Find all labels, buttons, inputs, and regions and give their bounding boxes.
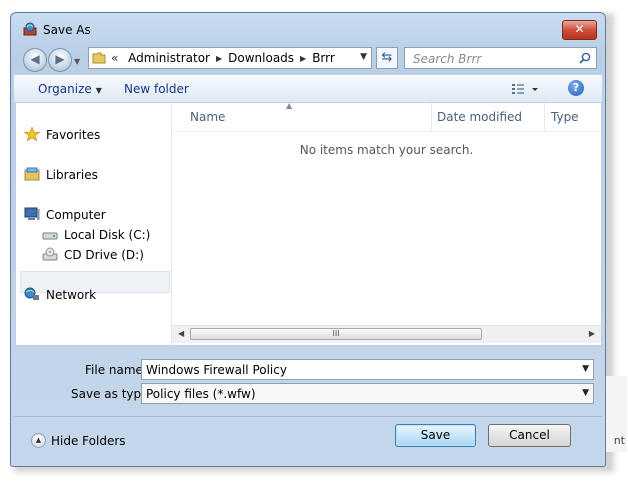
hide-folders-label: Hide Folders: [51, 434, 126, 448]
chevron-down-icon[interactable]: ▼: [582, 388, 589, 398]
navigation-pane: Favorites Libraries Computer Local Disk …: [16, 103, 172, 345]
forward-arrow-icon: ▶: [55, 52, 65, 66]
window-title: Save As: [43, 23, 91, 37]
nav-item-label: Favorites: [46, 128, 101, 142]
star-icon: [24, 127, 40, 141]
nav-item-cd-drive[interactable]: CD Drive (D:): [42, 247, 144, 267]
forward-button[interactable]: ▶: [48, 48, 72, 72]
nav-item-computer[interactable]: Computer: [24, 207, 106, 227]
back-arrow-icon: ◀: [30, 52, 40, 66]
hard-drive-icon: [42, 232, 58, 240]
search-icon[interactable]: [579, 52, 591, 64]
libraries-icon: [24, 167, 40, 181]
chevron-down-icon: ▼: [95, 86, 102, 95]
horizontal-scrollbar[interactable]: ◀ III ▶: [172, 325, 601, 343]
file-name-value: Windows Firewall Policy: [146, 363, 287, 377]
column-header-date-modified[interactable]: Date modified: [437, 110, 522, 124]
folder-icon: [92, 52, 106, 64]
nav-item-label: Network: [46, 288, 97, 302]
column-divider[interactable]: [544, 103, 545, 131]
organize-label: Organize: [38, 82, 92, 96]
back-button[interactable]: ◀: [23, 48, 47, 72]
background-text: nt: [613, 434, 625, 447]
scrollbar-thumb[interactable]: III: [190, 328, 482, 340]
help-icon: ?: [572, 81, 580, 94]
sort-indicator-icon: ▲: [286, 101, 293, 110]
organize-menu[interactable]: Organize ▼: [38, 82, 102, 96]
refresh-icon: ⇆: [381, 50, 393, 65]
browser-area: Favorites Libraries Computer Local Disk …: [15, 101, 602, 346]
address-bar[interactable]: « Administrator ▶ Downloads ▶ Brrr ▼: [88, 47, 372, 69]
nav-item-favorites[interactable]: Favorites: [24, 127, 100, 147]
save-as-type-select[interactable]: Policy files (*.wfw) ▼: [141, 383, 594, 404]
breadcrumb: « Administrator ▶ Downloads ▶ Brrr: [111, 51, 335, 65]
cd-drive-icon: [42, 247, 58, 261]
close-icon: ✕: [574, 22, 585, 36]
chevron-down-icon[interactable]: ▼: [582, 364, 589, 374]
column-divider[interactable]: [431, 103, 432, 131]
command-bar: Organize ▼ New folder ?: [14, 75, 602, 103]
computer-icon: [24, 207, 40, 220]
chevron-down-icon[interactable]: ▼: [360, 52, 367, 62]
save-as-type-value: Policy files (*.wfw): [146, 387, 256, 401]
scroll-left-icon[interactable]: ◀: [178, 329, 184, 338]
file-name-label: File name:: [85, 363, 147, 377]
new-folder-button[interactable]: New folder: [124, 82, 189, 96]
save-as-dialog: Save As ✕ ◀ ▶ ▼ « Administrator ▶ Download…: [10, 12, 606, 467]
column-header-name[interactable]: Name: [190, 110, 225, 124]
app-icon: [23, 22, 37, 36]
recent-pages-dropdown-icon[interactable]: ▼: [74, 57, 80, 66]
title-bar[interactable]: Save As ✕: [11, 13, 605, 43]
breadcrumb-item[interactable]: Brrr: [312, 51, 335, 65]
cancel-button[interactable]: Cancel: [488, 424, 571, 447]
footer-divider: [14, 416, 602, 417]
scroll-right-icon[interactable]: ▶: [589, 329, 595, 338]
breadcrumb-item[interactable]: Downloads: [228, 51, 294, 65]
close-button[interactable]: ✕: [562, 20, 597, 40]
file-name-field[interactable]: Windows Firewall Policy ▼: [141, 359, 594, 380]
nav-item-label: Libraries: [46, 168, 98, 182]
breadcrumb-item[interactable]: Administrator: [128, 51, 210, 65]
nav-item-network[interactable]: Network: [24, 287, 96, 307]
nav-item-label: Computer: [46, 208, 106, 222]
column-header-row: ▲ Name Date modified Type: [172, 101, 601, 132]
search-placeholder: Search Brrr: [413, 52, 482, 66]
breadcrumb-overflow[interactable]: «: [111, 51, 118, 65]
refresh-button[interactable]: ⇆: [376, 47, 398, 69]
search-input[interactable]: Search Brrr: [404, 47, 597, 69]
column-header-type[interactable]: Type: [551, 110, 579, 124]
network-icon: [24, 287, 39, 300]
chevron-right-icon[interactable]: ▶: [216, 54, 222, 63]
chevron-right-icon[interactable]: ▶: [300, 54, 306, 63]
scroll-grip: III: [332, 329, 340, 338]
file-list: ▲ Name Date modified Type No items match…: [172, 101, 601, 345]
save-button[interactable]: Save: [395, 424, 476, 447]
views-menu-icon[interactable]: [510, 81, 540, 97]
nav-item-label: Local Disk (C:): [64, 228, 151, 242]
help-button[interactable]: ?: [568, 80, 584, 96]
nav-item-local-disk[interactable]: Local Disk (C:): [42, 227, 150, 247]
nav-item-libraries[interactable]: Libraries: [24, 167, 98, 187]
chevron-up-icon: ▲: [31, 433, 46, 448]
nav-item-label: CD Drive (D:): [64, 248, 144, 262]
empty-state-message: No items match your search.: [299, 143, 474, 157]
